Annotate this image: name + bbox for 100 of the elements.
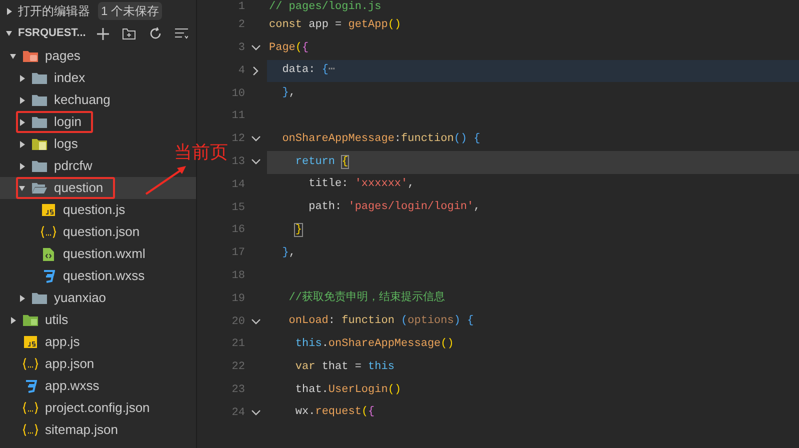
code-line: //获取免责申明，结束提示信息 (288, 293, 446, 304)
tree-item[interactable]: question.js (0, 199, 130, 221)
annotation-label: 当前页 (174, 141, 228, 164)
open-folder-icon (32, 182, 47, 194)
folder-icon (23, 50, 38, 62)
section-title[interactable]: 打开的编辑器 (18, 2, 90, 20)
tree-label: question.wxml (63, 245, 146, 264)
caret-icon[interactable] (19, 96, 25, 104)
tree-item[interactable]: pdrcfw (0, 155, 96, 177)
project-title[interactable]: FSRQUEST... (18, 25, 91, 42)
line-number: 10 (230, 86, 245, 102)
caret-icon[interactable] (19, 184, 25, 192)
caret-icon[interactable] (10, 52, 16, 60)
fold-chevron-icon[interactable] (251, 159, 261, 166)
tree-item[interactable]: kechuang (0, 89, 114, 111)
tree-item[interactable]: pages (0, 45, 84, 67)
caret-icon[interactable] (10, 316, 16, 324)
tree-item[interactable]: logs (0, 133, 82, 155)
line-number: 19 (230, 292, 245, 307)
caret-icon[interactable] (19, 140, 25, 148)
code-line: // pages/login.js (269, 2, 382, 12)
code-line: }, (281, 88, 296, 100)
tree-label: pdrcfw (54, 157, 92, 176)
code-line: onShareAppMessage:function() { (281, 134, 480, 145)
tree-label: app.wxss (45, 377, 100, 396)
line-number: 2 (237, 18, 245, 34)
fold-chevron-icon[interactable] (251, 45, 261, 52)
fold-chevron-icon[interactable] (251, 136, 261, 142)
tree-item[interactable]: login (0, 111, 98, 133)
tree-label: index (54, 69, 86, 88)
code-line: data: {⋯ (281, 65, 336, 76)
tree-label: logs (54, 135, 78, 154)
js-file-icon (24, 336, 37, 348)
line-number: 24 (230, 406, 245, 421)
line-number: 12 (230, 132, 245, 148)
new-folder-icon[interactable] (122, 28, 136, 40)
caret-icon[interactable] (19, 118, 25, 126)
line-number: 16 (230, 223, 245, 238)
line-number: 22 (230, 360, 245, 376)
fold-chevron-icon[interactable] (253, 66, 259, 76)
tree-item[interactable]: question (0, 177, 196, 199)
tree-item[interactable]: question.wxml (0, 243, 150, 265)
tree-label: sitemap.json (45, 421, 118, 440)
code-line: wx.request({ (294, 407, 375, 418)
tree-item[interactable]: app.js (0, 331, 84, 353)
tree-label: question.wxss (63, 267, 145, 286)
tree-item[interactable]: yuanxiao (0, 287, 110, 309)
line-number: 11 (230, 109, 245, 124)
code-line: return { (294, 156, 348, 168)
folder-icon (32, 160, 47, 172)
folder-icon (32, 138, 47, 150)
css-file-icon (42, 270, 54, 282)
tree-label: kechuang (54, 91, 110, 110)
tree-label: app.json (45, 355, 94, 374)
caret-icon[interactable] (19, 162, 25, 170)
caret-icon[interactable] (6, 30, 12, 37)
json-file-icon (41, 226, 56, 238)
folder-icon (32, 94, 47, 106)
annotation-arrow (144, 164, 188, 196)
line-number: 14 (230, 178, 245, 193)
code-line: Page({ (269, 42, 309, 54)
line-number: 3 (237, 40, 245, 56)
tree-label: login (54, 113, 82, 132)
tree-item[interactable]: question.wxss (0, 265, 149, 287)
css-file-icon (24, 380, 36, 392)
tree-item[interactable]: app.wxss (0, 375, 104, 397)
tree-item[interactable]: index (0, 67, 90, 89)
fold-chevron-icon[interactable] (251, 410, 261, 416)
json-file-icon (23, 358, 38, 370)
line-number: 15 (230, 200, 245, 216)
line-number: 13 (230, 154, 245, 170)
line-number: 18 (230, 268, 245, 284)
tree-item[interactable]: utils (0, 309, 72, 331)
caret-icon[interactable] (19, 74, 25, 82)
tree-label: utils (45, 311, 68, 330)
tree-item[interactable]: project.config.json (0, 397, 154, 419)
collapse-all-icon[interactable] (175, 28, 188, 40)
code-line: this.onShareAppMessage() (294, 339, 454, 350)
line-number: 1 (237, 0, 245, 15)
line-number: 17 (230, 246, 245, 262)
js-file-icon (42, 204, 55, 216)
code-line: }, (281, 248, 296, 259)
refresh-icon[interactable] (149, 27, 162, 40)
tree-item[interactable]: sitemap.json (0, 419, 122, 441)
code-file-icon (43, 248, 54, 260)
tree-label: yuanxiao (54, 289, 106, 308)
tree-item[interactable]: app.json (0, 353, 98, 375)
plus-icon[interactable] (97, 28, 109, 40)
tree-item[interactable]: question.json (0, 221, 144, 243)
code-line: title: 'xxxxxx', (308, 179, 414, 190)
unsaved-badge: 1 个未保存 (98, 2, 162, 20)
caret-icon[interactable] (6, 8, 12, 14)
tree-label: question (54, 179, 104, 198)
tree-label: pages (45, 47, 80, 66)
fold-chevron-icon[interactable] (251, 318, 261, 325)
code-line: onLoad: function (options) { (288, 316, 474, 328)
json-file-icon (23, 424, 38, 436)
tree-label: app.js (45, 333, 80, 352)
caret-icon[interactable] (19, 294, 25, 302)
line-number: 4 (237, 64, 245, 79)
